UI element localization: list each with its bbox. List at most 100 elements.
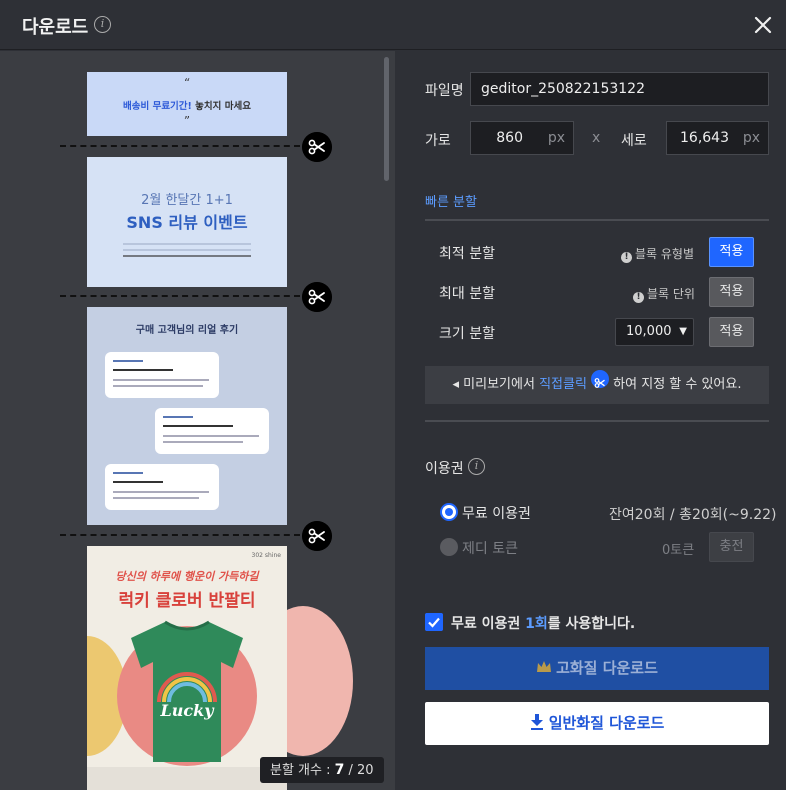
bubble-line [113,379,209,381]
shirt-lettering: Lucky [159,701,215,720]
bubble-line [113,385,203,387]
optimal-split-label: 최적 분할 [439,246,495,262]
height-unit: px [742,130,760,146]
confirm-suffix: 를 사용합니다. [547,616,636,632]
slice4-footer [87,767,287,790]
preview-slice-1[interactable]: “ 배송비 무료기간! 놓치지 마세요 ” [87,72,287,136]
token-radio[interactable] [440,538,458,556]
filename-field[interactable]: geditor_250822153122 [470,72,769,106]
preview-slice-4[interactable]: 302 shine 당신의 하루에 행운이 가득하길 럭키 클로버 반팔티 Lu… [87,546,287,790]
width-field[interactable]: 860 px [470,121,574,155]
max-split-label: 최대 분할 [439,286,495,302]
max-split-hint: ! 블록 단위 [633,285,695,303]
tip-prefix: ◂ 미리보기에서 [452,377,540,392]
settings-panel: 파일명 geditor_250822153122 가로 860 px x 세로 … [395,51,786,790]
recharge-button[interactable]: 충전 [709,532,754,562]
slice2-textline [123,255,251,257]
split-count-total: 20 [357,763,374,778]
scissors-icon[interactable] [302,282,332,312]
bubble-line [163,435,259,437]
slice1-bold: 배송비 무료기간! [123,101,192,112]
divider [425,420,769,422]
cut-line [60,145,300,147]
scissors-icon[interactable] [302,521,332,551]
tip-suffix: 하여 지정 할 수 있어요. [609,377,742,392]
std-download-label: 일반화질 다운로드 [548,714,665,732]
size-split-apply-button[interactable]: 적용 [709,317,754,347]
preview-pane[interactable]: “ 배송비 무료기간! 놓치지 마세요 ” 2월 한달간 1+1 SNS 리뷰 … [0,51,395,790]
size-split-select[interactable]: 10,000 ▼ [615,318,694,346]
preview-scrollbar[interactable] [384,57,389,181]
alert-icon: ! [633,292,644,303]
free-license-radio[interactable] [440,503,458,521]
filename-label: 파일명 [425,83,464,99]
use-license-checkbox[interactable] [425,613,443,631]
use-license-text: 무료 이용권 1회를 사용합니다. [451,613,635,633]
slice4-line1: 당신의 하루에 행운이 가득하길 [115,570,259,583]
scissors-icon [591,370,610,388]
slice1-rest: 놓치지 마세요 [191,101,251,112]
slice1-text: 배송비 무료기간! 놓치지 마세요 [87,98,287,112]
slice2-textline [123,243,251,245]
slice3-heading: 구매 고객님의 리얼 후기 [135,325,239,336]
bubble-line [113,360,143,362]
cut-line [60,295,300,297]
optimal-split-hint-text: 블록 유형별 [635,247,695,261]
bubble-line [113,481,163,483]
quote-open: “ [183,76,191,90]
split-count-separator: / [344,763,358,778]
bubble-line [163,441,243,443]
slice2-textline [123,249,251,251]
tshirt-image: Lucky [131,620,243,762]
slice4-line2: 럭키 클로버 반팔티 [118,591,256,611]
bubble-line [113,369,173,371]
info-icon[interactable]: i [94,16,111,33]
bubble-line [113,491,209,493]
max-split-apply-button[interactable]: 적용 [709,277,754,307]
bubble-line [113,472,143,474]
cut-line [60,534,300,536]
height-value: 16,643 [680,130,729,146]
preview-slice-2[interactable]: 2월 한달간 1+1 SNS 리뷰 이벤트 [87,157,287,287]
std-download-button[interactable]: 일반화질 다운로드 [425,702,769,745]
size-split-value: 10,000 [626,324,672,339]
scissors-icon[interactable] [302,132,332,162]
bubble-line [163,425,233,427]
quick-split-title: 빠른 분할 [425,195,477,210]
bubble-line [113,497,199,499]
token-status: 0토큰 [662,543,695,558]
tip-emphasis: 직접클릭 [539,377,587,392]
size-split-label: 크기 분할 [439,326,495,342]
dialog-header: 다운로드 i [0,0,786,50]
bubble-line [163,416,193,418]
hq-download-label: 고화질 다운로드 [556,659,658,677]
close-icon[interactable] [750,12,776,38]
optimal-split-apply-button[interactable]: 적용 [709,237,754,267]
download-icon [530,714,543,730]
info-icon[interactable]: i [468,458,485,475]
max-split-hint-text: 블록 단위 [647,287,695,301]
optimal-split-hint: ! 블록 유형별 [621,245,694,263]
token-label[interactable]: 제디 토큰 [462,538,518,558]
slice4-brand: 302 shine [251,552,281,559]
dialog-title: 다운로드 [22,17,89,38]
height-label: 세로 [621,133,647,149]
review-bubble [105,464,219,510]
slice2-line2: SNS 리뷰 이벤트 [126,213,248,232]
alert-icon: ! [621,252,632,263]
crown-icon [537,661,552,672]
width-label: 가로 [425,133,451,149]
times-sign: x [592,130,601,146]
chevron-down-icon: ▼ [679,326,687,337]
quote-close: ” [183,114,191,128]
free-license-status: 잔여20회 / 총20회(~9.22) [609,507,777,523]
split-count-badge: 분할 개수 : 7 / 20 [260,757,384,783]
free-license-label[interactable]: 무료 이용권 [462,503,531,523]
review-bubble [155,408,269,454]
divider [425,219,769,221]
height-field[interactable]: 16,643 px [666,121,769,155]
confirm-count: 1회 [525,616,548,632]
preview-slice-3[interactable]: 구매 고객님의 리얼 후기 [87,307,287,525]
hq-download-button[interactable]: 고화질 다운로드 [425,647,769,690]
review-bubble [105,352,219,398]
